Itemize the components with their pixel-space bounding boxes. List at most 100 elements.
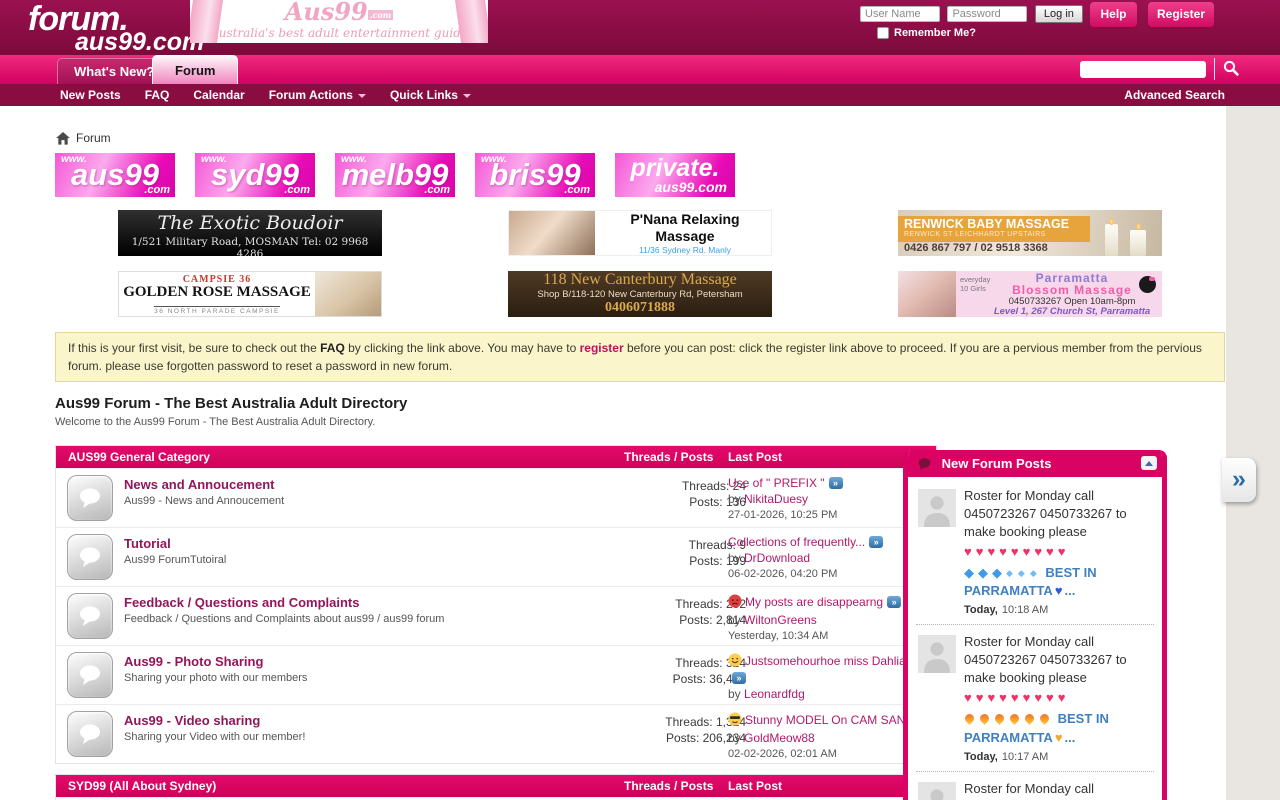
ad-renwick-phone: 0426 867 797 / 02 9518 3368 — [904, 242, 1048, 254]
last-post-cell: Collections of frequently...»by DrDownlo… — [728, 535, 932, 582]
ad-blossom-massage[interactable]: everyday10 Girls Parramatta Blossom Mass… — [898, 271, 1162, 317]
forum-title-link[interactable]: Aus99 - Photo Sharing — [124, 654, 263, 669]
search-box — [1080, 58, 1246, 80]
search-input[interactable] — [1080, 61, 1206, 78]
threads-count: Threads: 324 — [596, 655, 746, 671]
ad-canterbury-massage[interactable]: 118 New Canterbury Massage Shop B/118-12… — [508, 271, 772, 317]
ad-exotic-boudoir[interactable]: The Exotic Boudoir 1/521 Military Road, … — [118, 210, 382, 256]
username-input[interactable] — [860, 6, 940, 22]
go-to-last-post-icon[interactable]: » — [732, 672, 746, 684]
remember-me-checkbox[interactable] — [877, 27, 889, 39]
register-button[interactable]: Register — [1148, 2, 1214, 27]
sidebar-post-title-link[interactable]: Roster for Monday call 0450723267 045073… — [964, 781, 1127, 800]
breadcrumb-forum-link[interactable]: Forum — [76, 131, 111, 145]
last-post-user-link[interactable]: DrDownload — [744, 551, 810, 565]
go-to-last-post-icon[interactable]: » — [869, 536, 883, 548]
forum-description: Sharing your Video with our member! — [124, 731, 305, 743]
sidebar-post-title-link[interactable]: Roster for Monday call 0450723267 045073… — [964, 634, 1127, 685]
ad-renwick-massage[interactable]: RENWICK BABY MASSAGE RENWICK ST LEICHHAR… — [898, 210, 1162, 256]
sidebar-collapse-icon[interactable] — [1141, 456, 1157, 470]
heart-icon: ♥ — [1058, 690, 1066, 705]
category-title[interactable]: AUS99 General Category — [68, 450, 210, 464]
sidebar-post-list: Roster for Monday call 0450723267 045073… — [908, 477, 1162, 800]
help-button[interactable]: Help — [1090, 2, 1137, 27]
ad-pnana-massage[interactable]: P'Nana Relaxing Massage 11/36 Sydney Rd.… — [508, 210, 772, 256]
go-to-last-post-icon[interactable]: » — [829, 477, 843, 489]
gem-icon: ◆ — [964, 565, 974, 580]
go-to-last-post-icon[interactable]: » — [887, 596, 901, 608]
site-banner-private[interactable]: private.aus99.com — [615, 153, 735, 197]
forum-description: Sharing your photo with our members — [124, 672, 307, 684]
subnav-link[interactable]: FAQ — [145, 88, 170, 102]
last-post-title-link[interactable]: My posts are disappearng — [745, 595, 883, 609]
heart-icon: ♥ — [1046, 690, 1054, 705]
category-header: AUS99 General CategoryThreads / PostsLas… — [56, 446, 936, 468]
chevron-down-icon — [463, 94, 471, 98]
last-post-title-link[interactable]: Collections of frequently... — [728, 535, 865, 549]
forum-title-link[interactable]: News and Annoucement — [124, 477, 274, 492]
top-header: forum. aus99.com Aus99.com Australia's b… — [0, 0, 1280, 55]
ad-blossom-address: Level 1, 267 Church St, Parramatta — [982, 307, 1162, 317]
subnav-link[interactable]: Forum Actions — [269, 88, 353, 102]
sidebar-expand-button[interactable]: » — [1222, 458, 1256, 502]
header-brand-banner[interactable]: Aus99.com Australia's best adult enterta… — [190, 0, 488, 43]
last-post-title-link[interactable]: Use of " PREFIX " — [728, 476, 825, 490]
last-post-user-link[interactable]: NikitaDuesy — [744, 492, 808, 506]
subnav-link[interactable]: Quick Links — [390, 88, 458, 102]
last-post-title-line: Stunny MODEL On CAM SANA» — [728, 712, 932, 730]
new-forum-posts-widget: New Forum Posts Roster for Monday call 0… — [903, 450, 1167, 800]
column-header-threads-posts: Threads / Posts — [624, 775, 713, 797]
last-post-title-line: Use of " PREFIX " » — [728, 476, 932, 491]
ad-pnana-phone: 02 9977 4995 / 0452 545 856 — [599, 255, 771, 256]
ad-golden-rose-massage[interactable]: CAMPSIE 36 GOLDEN ROSE MASSAGE 36 NORTH … — [118, 271, 382, 317]
heart-icon: ♥ — [1046, 544, 1054, 559]
search-button[interactable] — [1214, 58, 1246, 80]
avatar — [918, 635, 956, 673]
site-banner-bris99[interactable]: www.bris99.com — [475, 153, 595, 197]
last-post-title-link[interactable]: Justsomehourhoe miss Dahlia... — [745, 654, 916, 668]
last-post-cell: Use of " PREFIX "»by NikitaDuesy27-01-20… — [728, 476, 932, 523]
sidebar-post-date: Today,10:18 AM — [964, 604, 1154, 616]
forum-row: TutorialAus99 ForumTutoiralThreads: 9Pos… — [56, 527, 936, 586]
tab-forum[interactable]: Forum — [152, 55, 238, 84]
forum-title-link[interactable]: Aus99 - Video sharing — [124, 713, 260, 728]
speech-bubble-icon — [77, 722, 103, 746]
main-row: AUS99 General Category Threads / Posts Las… — [0, 445, 1226, 800]
subnav-link[interactable]: Calendar — [193, 88, 244, 102]
last-post-user-link[interactable]: WiltonGreens — [744, 613, 817, 627]
candle-decoration — [1130, 230, 1146, 256]
date-label: Today, — [964, 751, 998, 763]
banner-www: www. — [341, 154, 367, 165]
advanced-search-link[interactable]: Advanced Search — [1124, 84, 1225, 106]
forum-title-link[interactable]: Tutorial — [124, 536, 171, 551]
forum-description: Aus99 ForumTutoiral — [124, 554, 226, 566]
register-link[interactable]: register — [580, 341, 624, 355]
forum-title-link[interactable]: Feedback / Questions and Complaints — [124, 595, 360, 610]
site-banner-aus99[interactable]: www.aus99.com — [55, 153, 175, 197]
site-banner-syd99[interactable]: www.syd99.com — [195, 153, 315, 197]
login-button[interactable]: Log in — [1035, 5, 1083, 23]
last-post-title-link[interactable]: Stunny MODEL On CAM SANA — [745, 713, 913, 727]
home-icon[interactable] — [56, 132, 70, 145]
ad-blossom-photo — [898, 271, 956, 317]
subnav-link[interactable]: New Posts — [60, 88, 121, 102]
site-logo[interactable]: forum. aus99.com — [28, 2, 204, 55]
gem-icon: ◆ — [1018, 568, 1025, 578]
site-banner-melb99[interactable]: www.melb99.com — [335, 153, 455, 197]
forum-category-list: AUS99 General Category Threads / Posts Las… — [55, 445, 937, 800]
remember-me[interactable]: Remember Me? — [877, 27, 976, 39]
column-header-last-post: Last Post — [728, 446, 782, 468]
heart-icon: ♥ — [1023, 690, 1031, 705]
sidebar-post-title-link[interactable]: Roster for Monday call 0450723267 045073… — [964, 488, 1127, 539]
last-post-user-link[interactable]: GoldMeow88 — [744, 731, 815, 745]
sidebar-post: Roster for Monday call 0450723267 045073… — [916, 479, 1154, 625]
last-post-user-link[interactable]: Leonardfdg — [744, 687, 805, 701]
banner-suffix: .com — [144, 184, 170, 196]
subnav-bar: New Posts FAQ Calendar Forum Actions Quick L… — [0, 84, 1280, 106]
subnav-item-new-posts: New Posts — [60, 84, 121, 106]
password-input[interactable] — [947, 6, 1027, 22]
forum-category-block: AUS99 General CategoryThreads / PostsLas… — [55, 445, 937, 764]
category-title[interactable]: SYD99 (All About Sydney) — [68, 779, 216, 793]
last-post-by: by WiltonGreens — [728, 613, 932, 628]
sidebar-post: Roster for Monday call 0450723267 045073… — [916, 625, 1154, 771]
